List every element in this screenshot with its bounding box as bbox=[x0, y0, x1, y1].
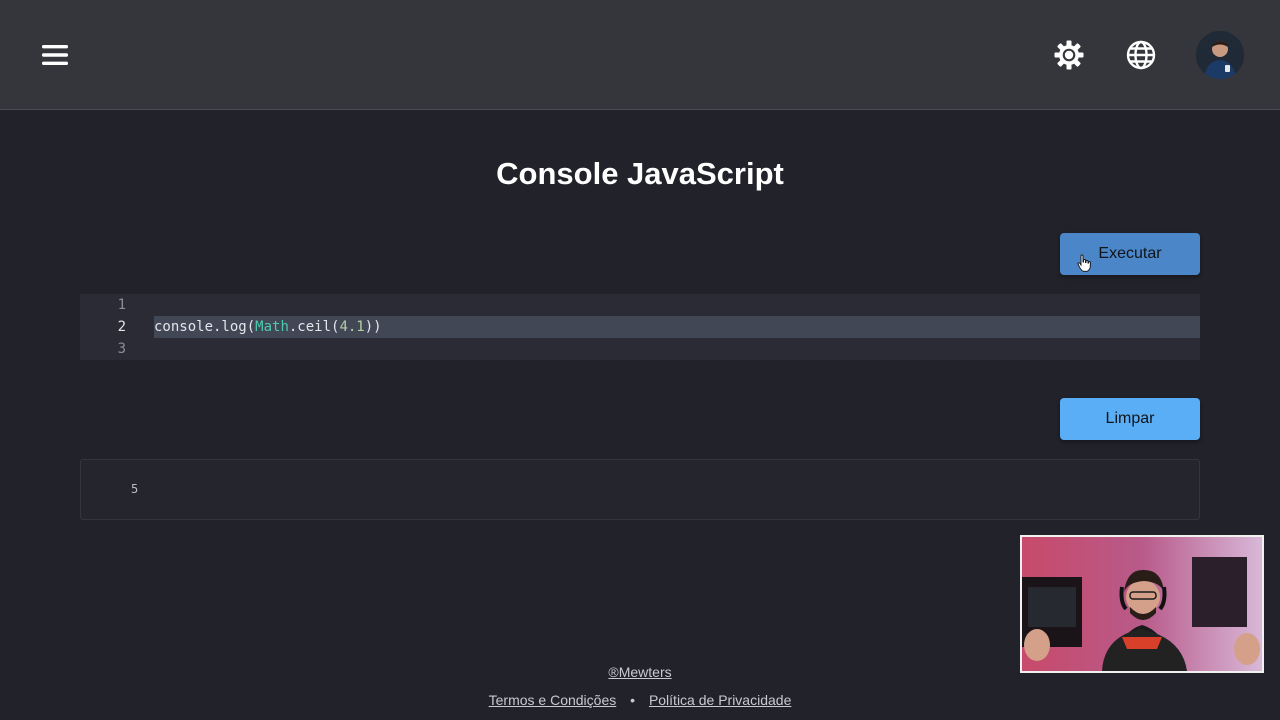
settings-button[interactable] bbox=[1050, 36, 1088, 74]
terms-link[interactable]: Termos e Condições bbox=[489, 692, 617, 708]
gear-icon bbox=[1054, 40, 1084, 70]
top-bar bbox=[0, 0, 1280, 110]
line-number: 1 bbox=[117, 297, 126, 313]
code-text: console.log(Math.ceil(4.1)) bbox=[154, 319, 382, 335]
code-token-class: Math bbox=[255, 319, 289, 335]
page-title: Console JavaScript bbox=[496, 156, 784, 191]
editor-line: 3 bbox=[80, 338, 1200, 360]
clear-button[interactable]: Limpar bbox=[1060, 398, 1200, 440]
console-output: 5 bbox=[80, 459, 1200, 520]
output-line: 5 bbox=[131, 482, 139, 496]
editor-line: 1 bbox=[80, 294, 1200, 316]
code-token-number: 4.1 bbox=[339, 319, 365, 335]
editor-line: 2 console.log(Math.ceil(4.1)) bbox=[80, 316, 1200, 338]
avatar-image bbox=[1196, 31, 1244, 79]
footer-separator: • bbox=[630, 692, 636, 708]
globe-icon bbox=[1126, 40, 1156, 70]
privacy-link[interactable]: Política de Privacidade bbox=[649, 692, 791, 708]
language-button[interactable] bbox=[1122, 36, 1160, 74]
line-number: 2 bbox=[117, 319, 126, 335]
menu-button[interactable] bbox=[36, 36, 74, 74]
line-number: 3 bbox=[117, 341, 126, 357]
hamburger-menu-icon bbox=[42, 45, 68, 65]
webcam-video-image bbox=[1022, 537, 1262, 671]
run-button[interactable]: Executar bbox=[1060, 233, 1200, 275]
footer-brand-link[interactable]: ®Mewters bbox=[0, 664, 1280, 680]
code-editor[interactable]: 1 2 console.log(Math.ceil(4.1)) 3 bbox=[80, 294, 1200, 360]
user-avatar[interactable] bbox=[1196, 31, 1244, 79]
footer-links: Termos e Condições • Política de Privaci… bbox=[0, 692, 1280, 708]
webcam-overlay bbox=[1020, 535, 1264, 673]
